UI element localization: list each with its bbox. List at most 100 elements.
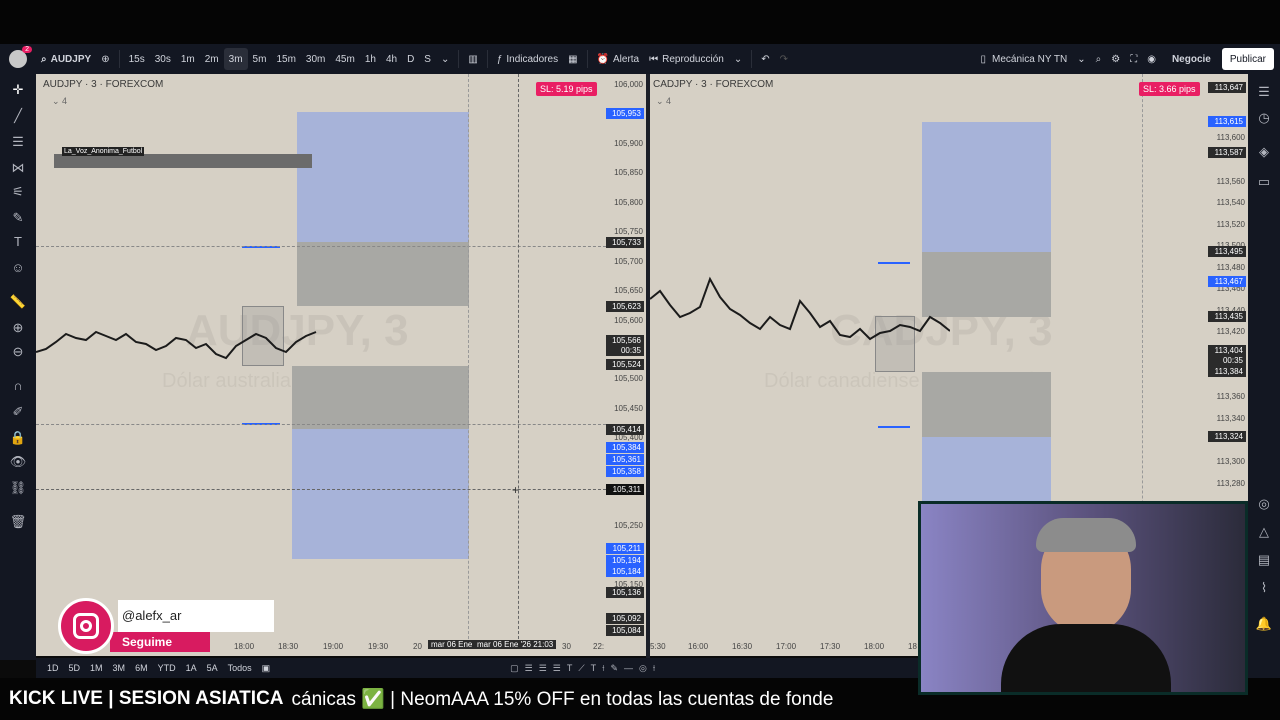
zoom-in-icon[interactable]: ⊕ [8, 318, 28, 338]
price-candles [36, 330, 317, 360]
redo-icon[interactable]: ↷ [775, 48, 793, 70]
axis-label: 113,360 [1216, 392, 1245, 401]
notification-badge: 2 [22, 46, 32, 53]
calendar-icon[interactable]: ▤ [1254, 550, 1274, 570]
webcam-overlay [918, 501, 1248, 695]
interval-4h[interactable]: 4h [381, 48, 402, 70]
alerts-clock-icon[interactable]: ◷ [1254, 108, 1274, 128]
price-tag: 105,733 [606, 237, 644, 248]
interval-30m[interactable]: 30m [301, 48, 330, 70]
templates-icon[interactable]: ▦ [563, 48, 582, 70]
eye-icon[interactable]: 👁 [8, 452, 28, 472]
trash-icon[interactable]: 🗑 [8, 512, 28, 532]
interval-30s[interactable]: 30s [150, 48, 176, 70]
session-divider [468, 74, 469, 644]
label-box-text: La_Voz_Anonima_Futbol [62, 147, 145, 156]
alert-button[interactable]: ⏰ Alerta [592, 48, 645, 70]
indicator-toggle[interactable]: ⌄ 4 [52, 96, 67, 107]
indicator-toggle[interactable]: ⌄ 4 [656, 96, 671, 107]
interval-2m[interactable]: 2m [200, 48, 224, 70]
text-icon[interactable]: T [8, 232, 28, 252]
top-black-bar [0, 0, 1280, 44]
trade-button[interactable]: Negocie [1167, 48, 1216, 70]
symbol-search[interactable]: ⌕ AUDJPY [36, 48, 96, 70]
lock-icon[interactable]: 🔒 [8, 428, 28, 448]
price-tag: 105,136 [606, 587, 644, 598]
interval-1h[interactable]: 1h [360, 48, 381, 70]
time-label: 17:30 [820, 642, 841, 651]
drawing-quick-toolbar[interactable]: ▢☰☰☰T⟋T⟊✎—◎⟊ [505, 663, 666, 674]
bell-icon[interactable]: 🔔 [1254, 614, 1274, 634]
interval-15m[interactable]: 15m [271, 48, 300, 70]
crosshair-icon[interactable]: ✛ [8, 80, 28, 100]
interval-45m[interactable]: 45m [330, 48, 359, 70]
time-label: 20 [413, 642, 422, 651]
quick-search-icon[interactable]: ⌕ [1091, 48, 1107, 70]
zone-lower-grey[interactable] [922, 372, 1051, 437]
forecast-icon[interactable]: ⚟ [8, 182, 28, 202]
chevron-down-icon[interactable]: ⌄ [729, 48, 747, 70]
user-avatar[interactable]: 2 [0, 46, 36, 68]
link-icon[interactable]: ⛓ [8, 478, 28, 498]
layers-icon[interactable]: ◈ [1254, 142, 1274, 162]
chevron-down-icon[interactable]: ⌄ [1072, 48, 1090, 70]
zone-upper-blue[interactable] [922, 122, 1051, 252]
sl-badge: SL: 3.66 pips [1139, 82, 1200, 96]
magnet-icon[interactable]: ∩ [8, 376, 28, 396]
fib-icon[interactable]: ☰ [8, 132, 28, 152]
interval-5m[interactable]: 5m [248, 48, 272, 70]
interval-15s[interactable]: 15s [124, 48, 150, 70]
axis-label: 105,750 [614, 227, 643, 236]
signal-icon[interactable]: ⌇ [1254, 578, 1274, 598]
zone-upper-grey[interactable] [297, 242, 469, 306]
sl-badge: SL: 5.19 pips [536, 82, 597, 96]
zone-lower-blue[interactable] [292, 429, 469, 559]
axis-label: 113,340 [1216, 414, 1245, 423]
price-axis[interactable]: 106,000 105,900 105,850 105,800 105,750 … [606, 74, 646, 656]
indicators-button[interactable]: ƒ Indicadores [492, 48, 563, 70]
range-1m[interactable]: 1M [85, 663, 108, 673]
target-icon[interactable]: ◎ [1254, 494, 1274, 514]
edit-lock-icon[interactable]: ✐ [8, 402, 28, 422]
triangle-icon[interactable]: △ [1254, 522, 1274, 542]
crosshair-date-tag: mar 06 Ene '26 21:03 [474, 640, 557, 649]
range-3m[interactable]: 3M [108, 663, 131, 673]
settings-icon[interactable]: ⚙ [1106, 48, 1125, 70]
fullscreen-icon[interactable]: ⛶ [1125, 48, 1142, 70]
range-6m[interactable]: 6M [130, 663, 153, 673]
interval-3m[interactable]: 3m [223, 48, 248, 70]
level-line [878, 262, 910, 264]
trendline-icon[interactable]: ╱ [8, 106, 28, 126]
undo-icon[interactable]: ↶ [756, 48, 774, 70]
emoji-icon[interactable]: ☺ [8, 258, 28, 278]
range-1a[interactable]: 1A [181, 663, 202, 673]
range-ytd[interactable]: YTD [153, 663, 181, 673]
publish-button[interactable]: Publicar [1221, 48, 1274, 70]
countdown-tag: 00:35 [606, 345, 644, 356]
camera-icon[interactable]: ◉ [1142, 48, 1161, 70]
replay-button[interactable]: ⏮ Reproducción [644, 48, 729, 70]
compare-icon[interactable]: ⊕ [96, 48, 114, 70]
watchlist-icon[interactable]: ☰ [1254, 82, 1274, 102]
chevron-down-icon[interactable]: ⌄ [436, 48, 454, 70]
brush-icon[interactable]: ✎ [8, 208, 28, 228]
range-5a[interactable]: 5A [202, 663, 223, 673]
candle-type-icon[interactable]: ▥ [463, 48, 482, 70]
zoom-out-icon[interactable]: ⊖ [8, 342, 28, 362]
range-1d[interactable]: 1D [42, 663, 64, 673]
axis-label: 105,600 [614, 316, 643, 325]
chart-audjpy[interactable]: AUDJPY · 3 · FOREXCOM ⌄ 4 AUDJPY, 3 Dóla… [36, 74, 646, 656]
zone-upper-blue[interactable] [297, 112, 469, 242]
pattern-icon[interactable]: ⋈ [8, 158, 28, 178]
ruler-icon[interactable]: 📏 [8, 292, 28, 312]
interval-1m[interactable]: 1m [176, 48, 200, 70]
interval-D[interactable]: D [402, 48, 419, 70]
label-box[interactable] [54, 154, 312, 168]
range-5d[interactable]: 5D [64, 663, 86, 673]
interval-S[interactable]: S [419, 48, 436, 70]
range-all[interactable]: Todos [223, 663, 257, 673]
layout-button[interactable]: ▯ Mecánica NY TN [976, 48, 1073, 70]
goto-date-icon[interactable]: ▣ [257, 663, 276, 674]
time-label: 30 [562, 642, 571, 651]
chat-icon[interactable]: ▭ [1254, 172, 1274, 192]
